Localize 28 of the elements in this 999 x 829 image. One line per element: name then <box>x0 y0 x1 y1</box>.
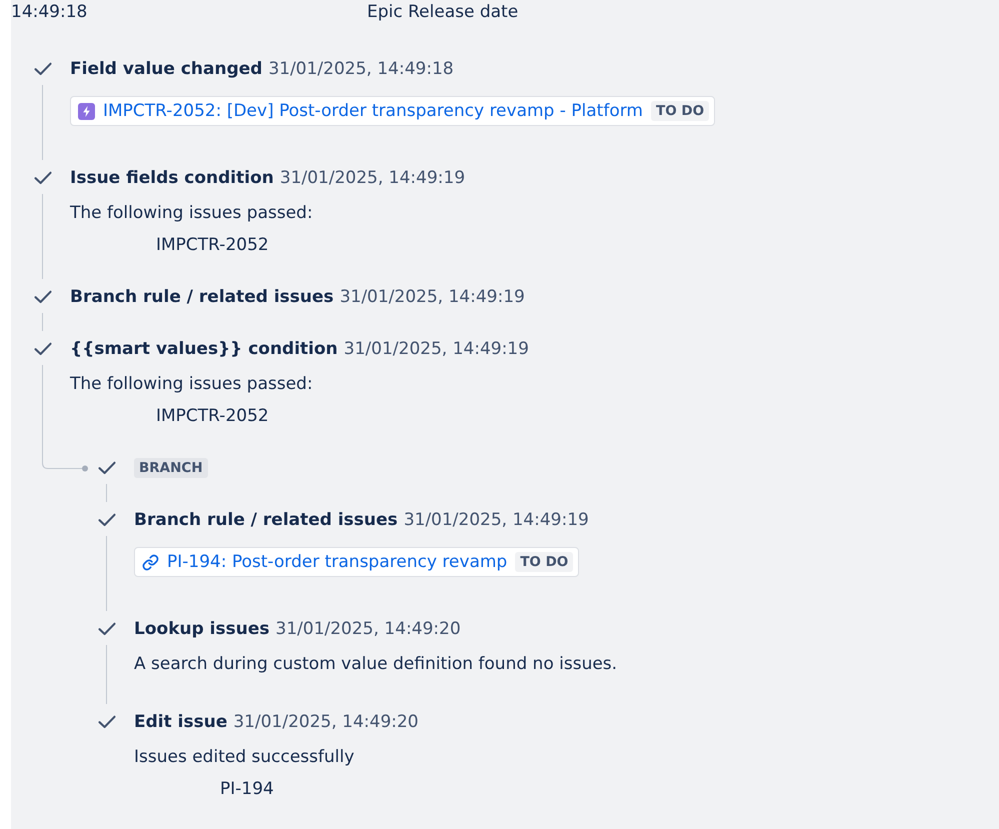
step-message: The following issues passed: <box>70 373 313 396</box>
field-name: Epic Release date <box>367 1 518 24</box>
step-title: Lookup issues <box>134 619 270 639</box>
issue-link[interactable]: IMPCTR-2052: [Dev] Post-order transparency revamp - Platform <box>103 101 643 121</box>
step-title: Edit issue <box>134 712 228 732</box>
issue-key: PI-194 <box>220 777 274 801</box>
step-title: Branch rule / related issues <box>70 287 334 307</box>
step-timestamp: 31/01/2025, 14:49:19 <box>340 287 525 307</box>
step-message: A search during custom value definition found no issues. <box>134 653 618 676</box>
step-message: The following issues passed: <box>70 202 313 225</box>
status-lozenge: TO DO <box>515 552 574 572</box>
step-timestamp: 31/01/2025, 14:49:20 <box>233 712 418 732</box>
step-timestamp: 31/01/2025, 14:49:18 <box>268 59 454 79</box>
step-title: {{smart values}} condition <box>70 339 338 359</box>
step-message: Issues edited successfully <box>134 746 354 769</box>
issue-key: IMPCTR-2052 <box>156 233 269 257</box>
status-lozenge: TO DO <box>650 101 710 121</box>
step-timestamp: 31/01/2025, 14:49:19 <box>344 339 529 359</box>
step-title: Field value changed <box>70 59 262 79</box>
step-timestamp: 31/01/2025, 14:49:19 <box>280 168 466 188</box>
issue-key: IMPCTR-2052 <box>156 404 269 428</box>
issue-link[interactable]: PI-194: Post-order transparency revamp <box>167 552 508 572</box>
branch-lozenge: BRANCH <box>134 458 208 478</box>
step-title: Branch rule / related issues <box>134 510 398 530</box>
step-timestamp: 31/01/2025, 14:49:19 <box>404 510 589 530</box>
header-time: 14:49:18 <box>11 1 88 24</box>
step-title: Issue fields condition <box>70 168 274 188</box>
step-timestamp: 31/01/2025, 14:49:20 <box>276 619 461 639</box>
